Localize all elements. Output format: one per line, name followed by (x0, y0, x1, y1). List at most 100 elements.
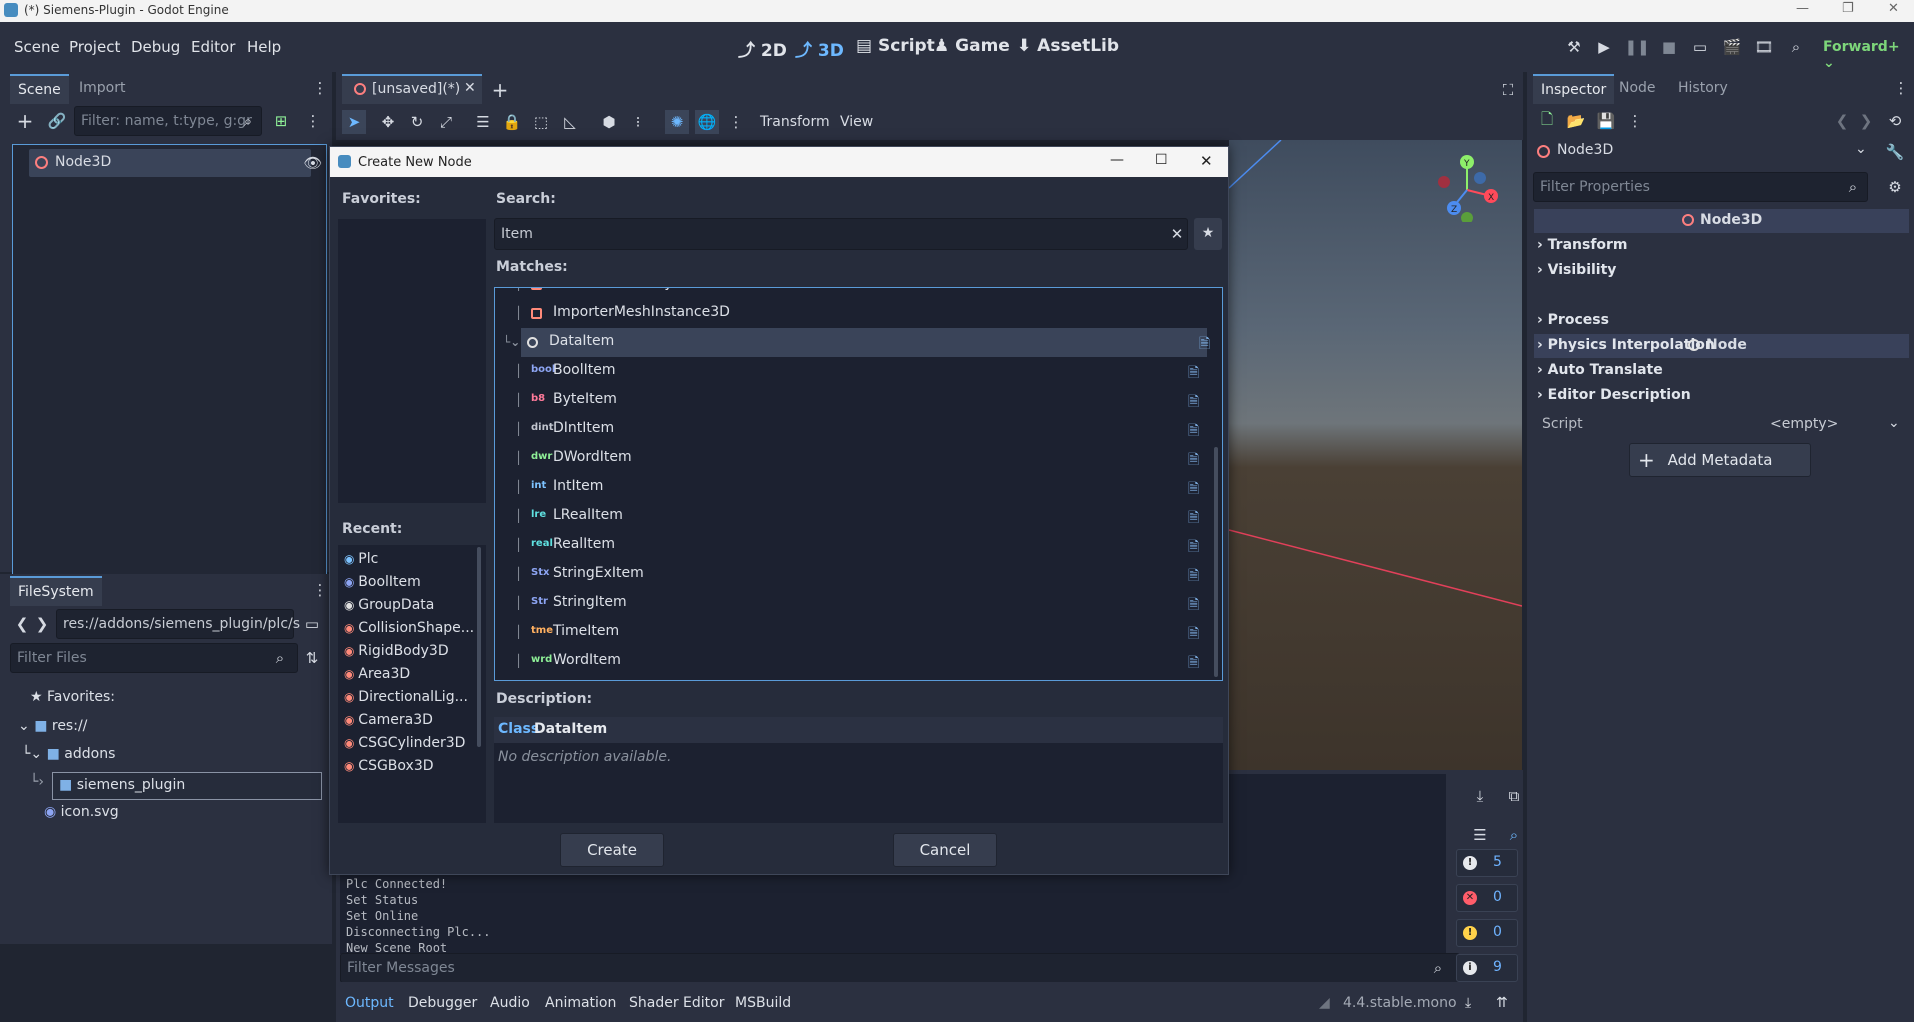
script-icon[interactable]: 🗎 (1188, 536, 1202, 555)
pause-icon[interactable]: ❚❚ (1624, 35, 1649, 59)
message-count-badge[interactable]: ! 5 (1456, 849, 1518, 877)
match-item-byteitem[interactable]: │ b8 ByteItem 🗎 (495, 386, 1222, 415)
clear-output-icon[interactable]: ⤓ (1468, 784, 1492, 808)
hammer-icon[interactable]: ⚒ (1562, 35, 1586, 59)
select-tool-icon[interactable]: ➤ (342, 110, 366, 134)
new-resource-icon[interactable]: 🗋 (1535, 109, 1559, 133)
environment-preview-icon[interactable]: 🌐 (695, 110, 719, 134)
warning-count-badge[interactable]: ! 0 (1456, 919, 1518, 947)
script-icon[interactable]: 🗎 (1188, 594, 1202, 613)
tab-scene[interactable]: Scene (10, 74, 69, 104)
object-history-icon[interactable]: ⟲ (1883, 109, 1907, 133)
recent-item[interactable]: ◉ RigidBody3D (344, 643, 449, 659)
icon-file-row[interactable]: ◉ icon.svg (44, 804, 119, 820)
scene-tab[interactable]: [unsaved](*) ✕ (342, 74, 482, 104)
visibility-eye-icon[interactable]: 👁 (301, 151, 325, 175)
tab-node[interactable]: Node (1611, 74, 1664, 102)
menu-project[interactable]: Project (69, 38, 120, 56)
restore-icon[interactable]: ❐ (1842, 1, 1854, 16)
close-icon[interactable]: ✕ (1888, 1, 1899, 16)
forward-icon[interactable]: ❯ (30, 612, 54, 636)
view-menu[interactable]: View (840, 114, 873, 130)
main-2d-button[interactable]: ⤴ 2D (738, 36, 787, 61)
main-script-button[interactable]: ▤ Script (856, 36, 935, 56)
menu-help[interactable]: Help (247, 38, 281, 56)
sun-preview-icon[interactable]: ✺ (665, 110, 689, 134)
dock-menu-icon[interactable]: ⋮ (1889, 76, 1913, 100)
scale-tool-icon[interactable]: ⤢ (434, 110, 458, 134)
menu-scene[interactable]: Scene (14, 38, 60, 56)
snap-icon[interactable]: ⁝ (626, 110, 650, 134)
recent-item[interactable]: ◉ Plc (344, 551, 378, 567)
script-icon[interactable]: 🗎 (1188, 652, 1202, 671)
stop-icon[interactable]: ■ (1657, 35, 1681, 59)
file-filter-input[interactable]: Filter Files (10, 643, 298, 673)
history-back-icon[interactable]: ❮ (1830, 109, 1854, 133)
section-transform[interactable]: › Transform (1537, 237, 1628, 253)
pin-icon[interactable]: ⤓ (1465, 995, 1471, 1011)
link-icon[interactable]: 🔗 (45, 109, 69, 133)
distraction-free-icon[interactable]: ⛶ (1496, 78, 1520, 102)
close-tab-icon[interactable]: ✕ (464, 80, 476, 96)
clear-search-icon[interactable]: ✕ (1165, 222, 1189, 246)
match-item-worditem[interactable]: │ wrd WordItem 🗎 (495, 647, 1222, 676)
add-metadata-button[interactable]: + Add Metadata (1629, 443, 1811, 477)
match-item-lrealitem[interactable]: │ lre LRealItem 🗎 (495, 502, 1222, 531)
new-tab-icon[interactable]: + (488, 78, 512, 102)
path-field[interactable]: res://addons/siemens_plugin/plc/s (56, 609, 300, 639)
section-editor-description[interactable]: › Editor Description (1537, 387, 1691, 403)
match-item-dworditem[interactable]: │ dwr DWordItem 🗎 (495, 444, 1222, 473)
tab-output[interactable]: Output (345, 995, 394, 1011)
ruler-icon[interactable]: ◺ (558, 110, 582, 134)
view-gizmo[interactable]: Y X Z (1434, 152, 1500, 224)
tab-filesystem[interactable]: FileSystem (10, 576, 102, 606)
play-icon[interactable]: ▶ (1592, 35, 1616, 59)
search-input[interactable]: Item (494, 218, 1188, 250)
tab-audio[interactable]: Audio (490, 995, 530, 1011)
script-icon[interactable]: 🗎 (1188, 391, 1202, 410)
script-icon[interactable]: 🗎 (1188, 362, 1202, 381)
scene-menu-icon[interactable]: ⋮ (301, 109, 325, 133)
open-resource-icon[interactable]: 📂 (1564, 109, 1588, 133)
recent-item[interactable]: ◉ CSGCylinder3D (344, 735, 465, 751)
local-space-icon[interactable]: ⬢ (597, 110, 621, 134)
dock-menu-icon[interactable]: ⋮ (308, 76, 332, 100)
play-scene-icon[interactable]: 🎬 (1720, 35, 1744, 59)
movie-maker-icon[interactable]: ⌕ (1784, 35, 1808, 59)
tab-history[interactable]: History (1670, 74, 1736, 102)
tab-animation[interactable]: Animation (545, 995, 616, 1011)
recent-item[interactable]: ◉ Camera3D (344, 712, 433, 728)
remote-debug-icon[interactable]: ▭ (1688, 35, 1712, 59)
play-custom-scene-icon[interactable]: 🎞 (1752, 35, 1776, 59)
save-resource-icon[interactable]: 💾 (1594, 109, 1618, 133)
collapse-arrow-icon[interactable]: └⌄ (503, 335, 520, 349)
match-item-dintitem[interactable]: │ dint DIntItem 🗎 (495, 415, 1222, 444)
rotate-tool-icon[interactable]: ↻ (405, 110, 429, 134)
script-value[interactable]: <empty> (1770, 416, 1838, 432)
match-item-boolitem[interactable]: │ bool BoolItem 🗎 (495, 357, 1222, 386)
tab-inspector[interactable]: Inspector (1533, 74, 1615, 104)
renderer-selector[interactable]: Forward+ ⌄ (1823, 39, 1914, 71)
match-item-audiostreamplayer3d[interactable]: │ AudioStreamPlayer3D (495, 288, 1222, 299)
section-physics-interpolation[interactable]: › Physics Interpolation (1537, 337, 1715, 353)
history-forward-icon[interactable]: ❯ (1854, 109, 1878, 133)
main-game-button[interactable]: ♟ Game (934, 36, 1010, 56)
recent-item[interactable]: ◉ DirectionalLig... (344, 689, 468, 705)
move-tool-icon[interactable]: ✥ (376, 110, 400, 134)
main-3d-button[interactable]: ⤴ 3D (795, 36, 844, 61)
section-process[interactable]: › Process (1537, 312, 1609, 328)
expand-panel-icon[interactable]: ⇈ (1496, 995, 1508, 1011)
match-item-realitem[interactable]: │ real RealItem 🗎 (495, 531, 1222, 560)
match-item-timeitem[interactable]: │ tme TimeItem 🗎 (495, 618, 1222, 647)
script-icon[interactable]: 🗎 (1188, 420, 1202, 439)
resource-menu-icon[interactable]: ⋮ (1623, 109, 1647, 133)
minimize-icon[interactable]: — (1110, 152, 1124, 168)
chevron-down-icon[interactable]: ⌄ (1888, 415, 1900, 431)
script-icon[interactable]: 🗎 (1199, 333, 1213, 352)
tab-import[interactable]: Import (71, 74, 133, 102)
recent-item[interactable]: ◉ Area3D (344, 666, 410, 682)
instance-scene-icon[interactable]: ⊞ (269, 109, 293, 133)
property-settings-icon[interactable]: ⚙ (1883, 175, 1907, 199)
minimize-icon[interactable]: — (1796, 1, 1809, 16)
res-folder-row[interactable]: ⌄ ■ res:// (18, 718, 87, 734)
